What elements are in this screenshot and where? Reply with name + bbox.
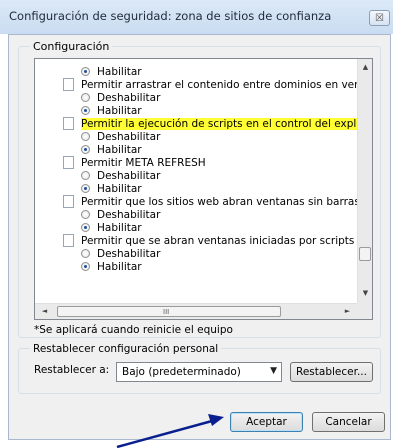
radio-button[interactable] (81, 210, 90, 219)
radio-button[interactable] (81, 249, 90, 258)
radio-button[interactable] (81, 67, 90, 76)
setting-category-label: Permitir la ejecución de scripts en el c… (81, 118, 357, 130)
close-button[interactable]: ☒ (369, 10, 390, 26)
scroll-right-icon[interactable]: ► (340, 307, 355, 315)
reset-level-select[interactable]: Bajo (predeterminado) ▼ (116, 362, 282, 382)
radio-option-label[interactable]: Habilitar (97, 144, 142, 156)
window-title: Configuración de seguridad: zona de siti… (9, 9, 332, 23)
radio-button[interactable] (81, 132, 90, 141)
radio-option-label[interactable]: Habilitar (97, 66, 142, 78)
radio-button[interactable] (81, 93, 90, 102)
settings-group-label: Configuración (30, 40, 113, 53)
setting-category-label: Permitir que se abran ventanas iniciadas… (81, 235, 357, 247)
radio-option-label[interactable]: Habilitar (97, 261, 142, 273)
reset-level-value: Bajo (predeterminado) (122, 366, 241, 378)
reset-to-label: Restablecer a: (34, 364, 110, 376)
title-bar[interactable]: Configuración de seguridad: zona de siti… (0, 0, 393, 34)
category-page-icon (63, 78, 74, 91)
category-page-icon (63, 234, 74, 247)
settings-list-rows: Habilitar Permitir arrastrar el contenido… (35, 59, 357, 303)
cancel-button[interactable]: Cancelar (312, 412, 385, 432)
category-page-icon (63, 117, 74, 130)
scroll-up-icon[interactable]: ▲ (358, 63, 372, 71)
scroll-left-icon[interactable]: ◄ (37, 307, 52, 315)
restart-note: *Se aplicará cuando reinicie el equipo (34, 324, 233, 336)
ok-button[interactable]: Aceptar (230, 412, 303, 432)
grip-icon: III (163, 308, 170, 316)
radio-option-label[interactable]: Habilitar (97, 222, 142, 234)
chevron-down-icon: ▼ (270, 366, 277, 376)
setting-category-label: Permitir que los sitios web abran ventan… (81, 196, 357, 208)
close-icon: ☒ (375, 13, 384, 24)
reset-button[interactable]: Restablecer... (290, 362, 373, 382)
radio-option-label[interactable]: Deshabilitar (97, 131, 160, 143)
radio-button[interactable] (81, 223, 90, 232)
reset-group-label: Restablecer configuración personal (30, 343, 222, 355)
setting-category-label: Permitir META REFRESH (81, 157, 206, 169)
radio-option-label[interactable]: Deshabilitar (97, 248, 160, 260)
vertical-scroll-thumb[interactable] (359, 247, 371, 261)
scroll-corner (357, 303, 372, 319)
radio-option-label[interactable]: Deshabilitar (97, 209, 160, 221)
settings-list[interactable]: Habilitar Permitir arrastrar el contenido… (34, 58, 373, 320)
category-page-icon (63, 195, 74, 208)
radio-button[interactable] (81, 262, 90, 271)
vertical-scrollbar[interactable]: ▲ ▼ (357, 59, 372, 303)
radio-button[interactable] (81, 106, 90, 115)
radio-option-label[interactable]: Deshabilitar (97, 170, 160, 182)
setting-category-label: Permitir arrastrar el contenido entre do… (81, 79, 357, 91)
radio-option-label[interactable]: Habilitar (97, 105, 142, 117)
radio-button[interactable] (81, 171, 90, 180)
radio-option-label[interactable]: Habilitar (97, 183, 142, 195)
scroll-down-icon[interactable]: ▼ (358, 289, 372, 297)
horizontal-scrollbar[interactable]: ◄ III ► (35, 303, 357, 319)
category-page-icon (63, 156, 74, 169)
radio-option-label[interactable]: Deshabilitar (97, 92, 160, 104)
horizontal-scroll-thumb[interactable]: III (57, 306, 281, 317)
radio-button[interactable] (81, 145, 90, 154)
radio-button[interactable] (81, 184, 90, 193)
